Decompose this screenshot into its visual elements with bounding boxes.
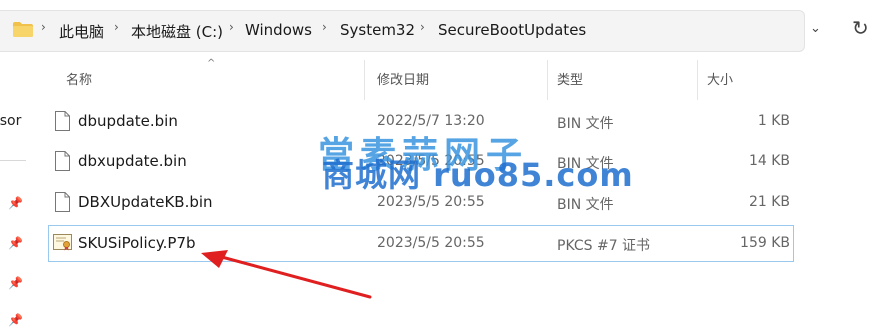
annotation-arrow [201, 250, 372, 299]
